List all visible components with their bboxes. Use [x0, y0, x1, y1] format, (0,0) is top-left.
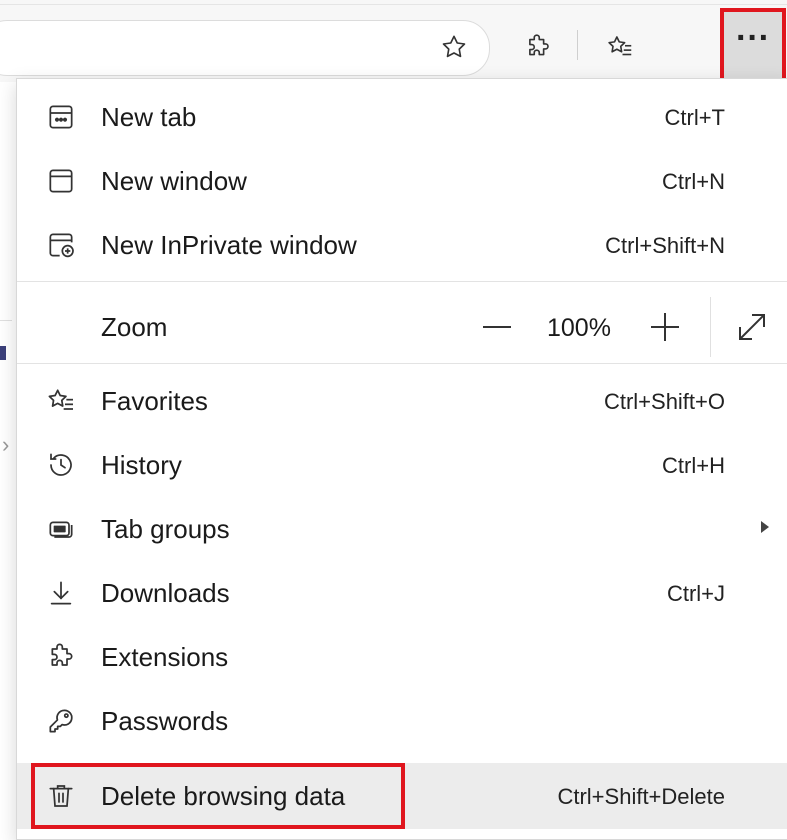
menu-item-shortcut: Ctrl+Shift+O [603, 389, 725, 414]
menu-item-shortcut: Ctrl+N [662, 169, 725, 194]
zoom-label: Zoom [101, 312, 168, 342]
menu-item-label: Tab groups [101, 514, 230, 544]
fullscreen-expand-icon[interactable] [732, 307, 772, 347]
settings-and-more-button[interactable]: ··· [720, 8, 786, 82]
new-tab-icon [45, 101, 77, 133]
submenu-arrow-icon [761, 521, 769, 533]
menu-item-label: Downloads [101, 578, 230, 608]
menu-item-tab-groups[interactable]: Tab groups [17, 497, 787, 561]
menu-item-new-tab[interactable]: New tab Ctrl+T [17, 85, 787, 149]
menu-divider [17, 281, 787, 282]
menu-item-shortcut: Ctrl+T [664, 105, 726, 130]
zoom-value: 100% [547, 314, 611, 342]
favorites-icon[interactable] [602, 29, 638, 65]
extensions-icon[interactable] [520, 29, 556, 65]
menu-item-shortcut: Ctrl+H [662, 453, 725, 478]
window-icon [45, 165, 77, 197]
menu-item-history[interactable]: History Ctrl+H [17, 433, 787, 497]
menu-item-shortcut: Ctrl+Shift+Delete [557, 784, 725, 809]
page-remnant-chevron-icon: › [2, 432, 10, 457]
zoom-row: Zoom 100% [17, 285, 787, 367]
toolbar-separator [577, 30, 578, 60]
settings-menu: New tab Ctrl+T New window Ctrl+N New InP… [16, 78, 787, 840]
browser-toolbar: ··· [0, 0, 787, 82]
menu-item-label: New window [101, 166, 247, 196]
menu-item-label: New InPrivate window [101, 230, 357, 260]
zoom-in-icon[interactable] [645, 307, 685, 347]
zoom-out-icon[interactable] [477, 307, 517, 347]
download-icon [45, 577, 77, 609]
favorites-icon [45, 385, 77, 417]
menu-item-favorites[interactable]: Favorites Ctrl+Shift+O [17, 369, 787, 433]
menu-item-new-window[interactable]: New window Ctrl+N [17, 149, 787, 213]
menu-item-label: New tab [101, 102, 197, 132]
menu-item-label: Passwords [101, 706, 229, 736]
address-bar[interactable] [0, 20, 490, 76]
inprivate-icon [45, 229, 77, 261]
key-icon [45, 705, 77, 737]
menu-item-extensions[interactable]: Extensions [17, 625, 787, 689]
zoom-separator [710, 297, 711, 357]
tab-groups-icon [45, 513, 77, 545]
menu-item-label: Favorites [101, 386, 208, 416]
extensions-icon [45, 641, 77, 673]
menu-item-new-inprivate-window[interactable]: New InPrivate window Ctrl+Shift+N [17, 213, 787, 277]
more-icon: ··· [736, 19, 770, 57]
menu-item-label: Extensions [101, 642, 229, 672]
menu-item-downloads[interactable]: Downloads Ctrl+J [17, 561, 787, 625]
menu-item-passwords[interactable]: Passwords [17, 689, 787, 753]
page-remnant-mark [0, 346, 6, 360]
menu-item-label: History [101, 450, 182, 480]
delete-browsing-data-highlight [31, 763, 405, 829]
menu-item-shortcut: Ctrl+Shift+N [605, 233, 725, 258]
add-favorite-star-icon[interactable] [436, 29, 472, 65]
menu-item-shortcut: Ctrl+J [666, 581, 725, 606]
history-icon [45, 449, 77, 481]
menu-divider [17, 363, 787, 364]
toolbar-top-border [0, 4, 787, 5]
page-remnant-line [0, 320, 12, 321]
